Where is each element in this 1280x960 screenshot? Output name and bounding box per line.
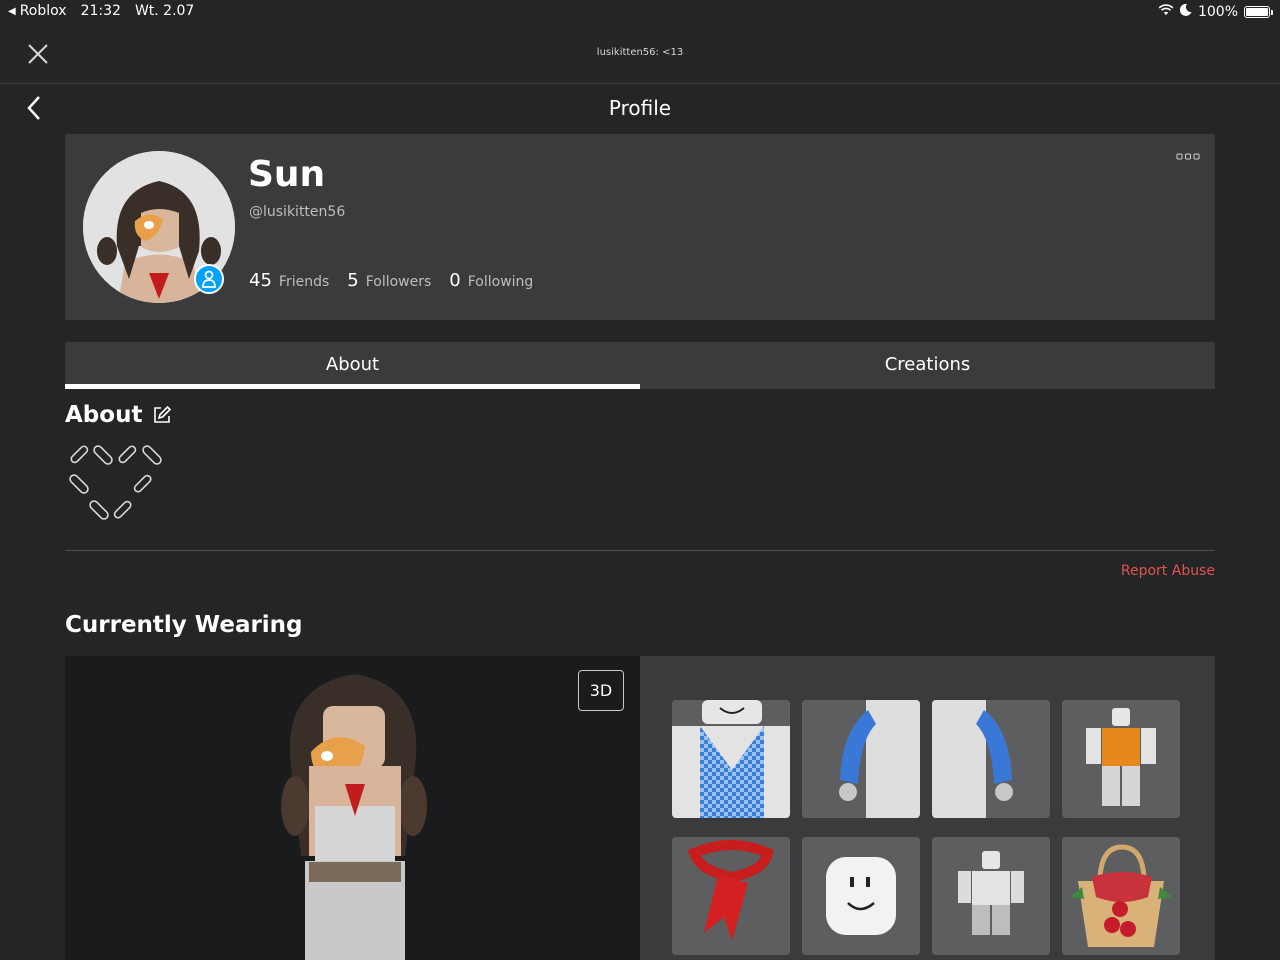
about-title: About (65, 402, 143, 428)
moon-icon (1179, 3, 1192, 20)
item-smile-face[interactable] (802, 837, 920, 955)
social-stats: 45 Friends 5 Followers 0 Following (249, 270, 533, 291)
paperclip-heart-icon (69, 445, 162, 520)
item-checkered-shirt[interactable] (672, 700, 790, 818)
display-name: Sun (248, 154, 326, 195)
followers-stat[interactable]: 5 Followers (347, 270, 431, 291)
followers-label: Followers (365, 274, 432, 290)
status-date: Wt. 2.07 (134, 3, 195, 19)
top-bar: lusikitten56: <13 (0, 28, 1280, 84)
more-options-button[interactable] (1175, 150, 1201, 164)
item-pants[interactable] (932, 837, 1050, 955)
orange-shirt-body-icon (1062, 700, 1180, 818)
battery-icon (1244, 5, 1273, 18)
profile-card: Sun @lusikitten56 45 Friends 5 Followers 0… (65, 134, 1215, 320)
item-right-sleeve[interactable] (932, 700, 1050, 818)
checkered-shirt-icon (672, 700, 790, 818)
profile-tabs: About Creations (65, 342, 1215, 389)
left-sleeve-icon (802, 700, 920, 818)
following-label: Following (467, 274, 534, 290)
username: @lusikitten56 (249, 204, 346, 220)
battery-percent: 100% (1197, 3, 1238, 20)
wearing-items-grid (640, 656, 1215, 960)
currently-wearing-heading: Currently Wearing (65, 612, 303, 638)
wifi-icon (1158, 3, 1174, 20)
premium-badge-icon (194, 264, 224, 294)
view-3d-button[interactable]: 3D (578, 670, 624, 711)
followers-count: 5 (347, 270, 359, 291)
friends-label: Friends (278, 274, 330, 290)
back-triangle-icon: ◀ (8, 5, 16, 17)
avatar-full-body-image (281, 674, 427, 960)
page-title: Profile (608, 96, 672, 120)
following-stat[interactable]: 0 Following (449, 270, 533, 291)
item-red-scarf[interactable] (672, 837, 790, 955)
tab-about[interactable]: About (65, 342, 640, 389)
cherry-basket-icon (1062, 837, 1180, 955)
about-heading: About (65, 402, 172, 428)
section-divider (65, 550, 1215, 551)
following-count: 0 (449, 270, 461, 291)
smile-face-icon (802, 837, 920, 955)
report-abuse-link[interactable]: Report Abuse (1121, 563, 1215, 579)
friends-stat[interactable]: 45 Friends (249, 270, 329, 291)
more-dots-icon (1176, 153, 1200, 160)
status-bar: ◀ Roblox 21:32 Wt. 2.07 100% (0, 0, 1280, 24)
right-sleeve-icon (932, 700, 1050, 818)
top-bar-title: lusikitten56: <13 (596, 47, 684, 58)
battery-fill (1246, 7, 1268, 16)
red-scarf-icon (672, 837, 790, 955)
back-to-app-link[interactable]: ◀ Roblox (8, 3, 67, 19)
friends-count: 45 (249, 270, 272, 291)
status-time: 21:32 (80, 3, 121, 19)
item-cherry-basket[interactable] (1062, 837, 1180, 955)
edit-icon[interactable] (152, 405, 172, 425)
back-app-label: Roblox (19, 3, 67, 19)
item-left-sleeve[interactable] (802, 700, 920, 818)
tab-creations[interactable]: Creations (640, 342, 1215, 389)
item-orange-shirt[interactable] (1062, 700, 1180, 818)
pants-body-icon (932, 837, 1050, 955)
avatar-preview[interactable]: 3D (65, 656, 640, 960)
